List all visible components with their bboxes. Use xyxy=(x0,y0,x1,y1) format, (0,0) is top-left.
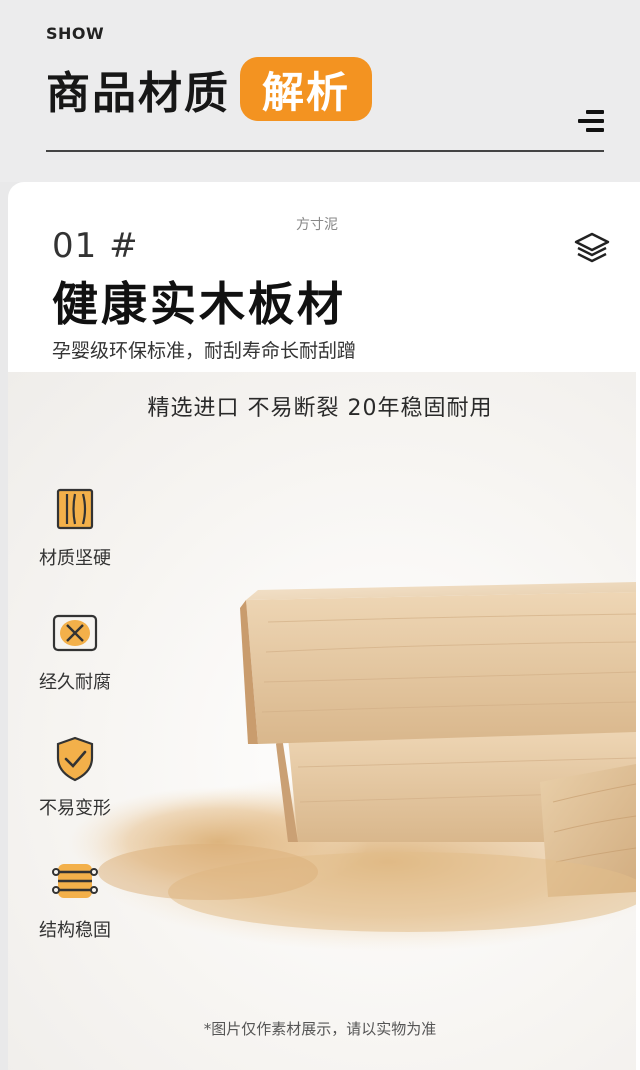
wood-grain-icon xyxy=(56,488,94,530)
header-divider xyxy=(46,150,604,152)
tagline: 精选进口 不易断裂 20年稳固耐用 xyxy=(147,396,493,421)
section-title: 健康实木板材 xyxy=(52,277,346,331)
feature-label: 经久耐腐 xyxy=(39,672,111,693)
layers-icon xyxy=(574,232,610,263)
anti-corrosion-icon xyxy=(52,614,98,652)
feature-label: 材质坚硬 xyxy=(39,548,111,569)
feature-item: 经久耐腐 xyxy=(20,608,130,694)
title-highlight-pill: 解析 xyxy=(240,57,373,121)
wood-product-photo xyxy=(8,372,636,1070)
page-title: 商品材质 解析 xyxy=(46,56,373,122)
show-label: SHOW xyxy=(46,24,105,43)
structure-icon xyxy=(52,864,98,898)
section-subtitle: 孕婴级环保标准，耐刮寿命长耐刮蹭 xyxy=(52,340,357,362)
section-number: 01 # xyxy=(52,226,139,266)
title-main: 商品材质 xyxy=(46,68,230,119)
disclaimer-note: *图片仅作素材展示，请以实物为准 xyxy=(203,1020,437,1038)
feature-label: 结构稳固 xyxy=(39,920,111,941)
menu-icon[interactable] xyxy=(578,110,604,132)
shield-check-icon xyxy=(56,736,94,782)
feature-item: 材质坚硬 xyxy=(20,484,130,570)
feature-item: 不易变形 xyxy=(20,734,130,820)
feature-label: 不易变形 xyxy=(39,798,111,819)
wood-planks-illustration xyxy=(68,582,636,952)
header-band: SHOW 商品材质 解析 xyxy=(0,0,640,182)
brand-watermark: 方寸泥 xyxy=(296,217,338,233)
feature-item: 结构稳固 xyxy=(20,856,130,942)
